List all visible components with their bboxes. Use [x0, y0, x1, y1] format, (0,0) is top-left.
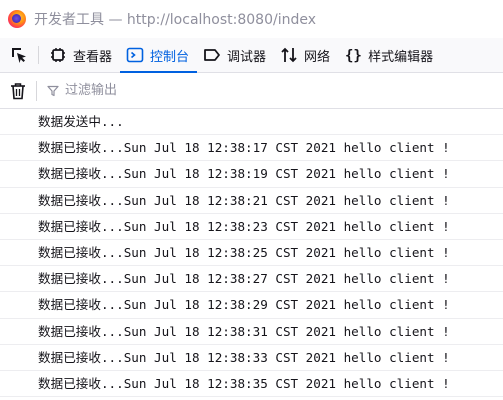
filter-separator	[36, 80, 37, 101]
console-message: 数据已接收...Sun Jul 18 12:38:31 CST 2021 hel…	[0, 319, 503, 345]
element-picker-icon	[12, 48, 26, 63]
tab-label: 网络	[304, 49, 331, 65]
tab-label: 调试器	[227, 49, 267, 65]
trash-icon	[11, 82, 25, 99]
console-message: 数据已接收...Sun Jul 18 12:38:33 CST 2021 hel…	[0, 345, 503, 371]
console-message: 数据已接收...Sun Jul 18 12:38:25 CST 2021 hel…	[0, 240, 503, 267]
inspector-icon	[49, 46, 67, 64]
tab-label: 控制台	[150, 49, 190, 65]
style-editor-icon: {}	[344, 46, 362, 64]
tab-inspector[interactable]: 查看器	[43, 38, 120, 72]
tab-style-editor[interactable]: {} 样式编辑器	[338, 38, 441, 72]
console-message: 数据已接收...Sun Jul 18 12:38:29 CST 2021 hel…	[0, 292, 503, 319]
console-output: 数据发送中... 数据已接收...Sun Jul 18 12:38:17 CST…	[0, 109, 503, 398]
filter-output-input[interactable]	[63, 82, 267, 99]
tab-label: 样式编辑器	[368, 49, 434, 65]
debugger-icon	[203, 46, 221, 64]
network-icon	[280, 46, 298, 64]
console-message: 数据已接收...Sun Jul 18 12:38:17 CST 2021 hel…	[0, 135, 503, 162]
devtools-toolbar: 查看器 控制台 调试器 网络 {} 样式编辑器	[0, 38, 503, 73]
console-message: 数据发送中...	[0, 109, 503, 136]
tab-debugger[interactable]: 调试器	[197, 38, 274, 72]
toolbar-separator	[38, 46, 39, 64]
filter-bar	[0, 73, 503, 109]
console-message: 数据已接收...Sun Jul 18 12:38:21 CST 2021 hel…	[0, 188, 503, 214]
console-message: 数据已接收...Sun Jul 18 12:38:35 CST 2021 hel…	[0, 371, 503, 398]
filter-icon	[47, 85, 59, 97]
title-bar: 开发者工具 — http://localhost:8080/index	[0, 0, 503, 38]
tab-label: 查看器	[73, 49, 113, 65]
clear-console-button[interactable]	[0, 82, 36, 100]
firefox-logo-icon	[8, 10, 26, 28]
window-title: 开发者工具 — http://localhost:8080/index	[34, 12, 316, 28]
tab-network[interactable]: 网络	[274, 38, 338, 72]
filter-field	[47, 82, 503, 99]
svg-text:{}: {}	[345, 48, 362, 64]
console-icon	[126, 46, 144, 64]
devtools-window: 开发者工具 — http://localhost:8080/index 查看器	[0, 0, 503, 400]
console-message: 数据已接收...Sun Jul 18 12:38:23 CST 2021 hel…	[0, 214, 503, 240]
tab-console[interactable]: 控制台	[120, 38, 198, 73]
console-message: 数据已接收...Sun Jul 18 12:38:27 CST 2021 hel…	[0, 266, 503, 293]
element-picker-button[interactable]	[4, 38, 34, 72]
console-message: 数据已接收...Sun Jul 18 12:38:19 CST 2021 hel…	[0, 161, 503, 188]
